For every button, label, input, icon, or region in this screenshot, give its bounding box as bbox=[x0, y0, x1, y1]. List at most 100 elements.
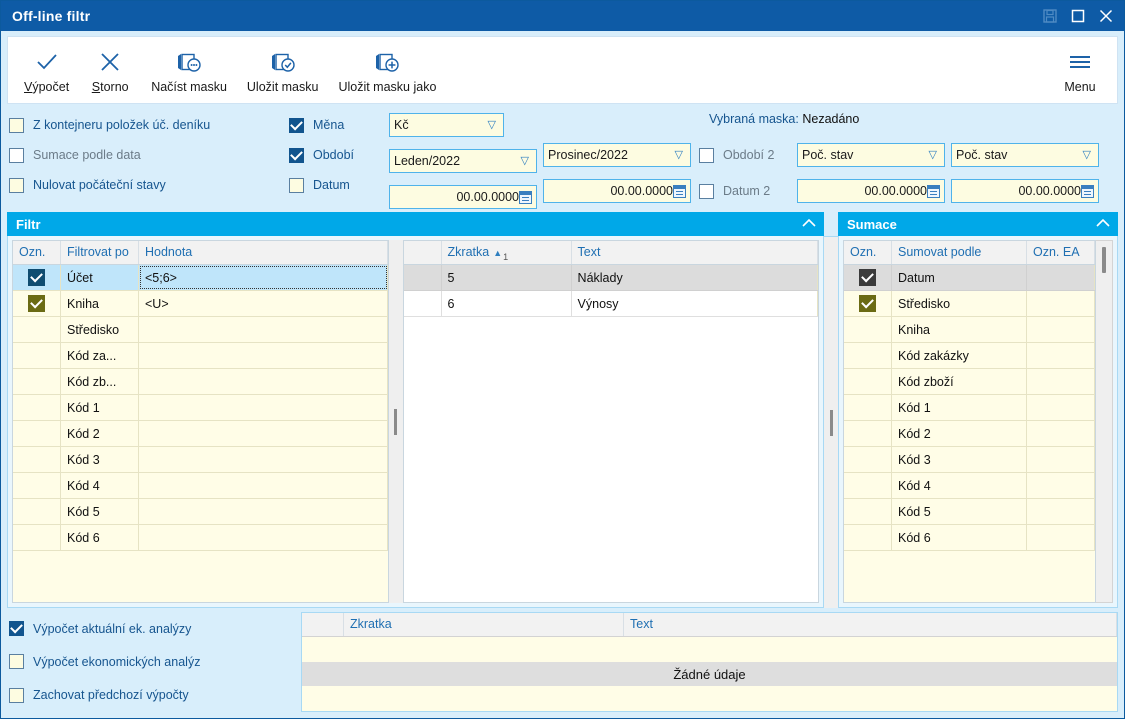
column-header-sumovat-podle[interactable]: Sumovat podle bbox=[892, 241, 1027, 264]
checkbox-datum[interactable] bbox=[289, 177, 304, 193]
maximize-icon[interactable] bbox=[1064, 1, 1092, 31]
table-row[interactable]: Účet <5;6> bbox=[13, 265, 388, 291]
checkbox-checked-icon[interactable] bbox=[28, 269, 45, 286]
row-name-cell[interactable]: Kód 4 bbox=[892, 473, 1027, 498]
checkbox-datum2[interactable] bbox=[699, 183, 714, 199]
chevron-down-icon[interactable]: ▽ bbox=[518, 155, 532, 167]
row-name-cell[interactable]: Kniha bbox=[61, 291, 139, 316]
row-ea-cell[interactable] bbox=[1027, 525, 1095, 550]
row-check-cell[interactable] bbox=[13, 421, 61, 446]
row-ea-cell[interactable] bbox=[1027, 473, 1095, 498]
calendar-icon[interactable] bbox=[927, 184, 940, 198]
row-check-cell[interactable] bbox=[13, 395, 61, 420]
row-check-cell[interactable] bbox=[844, 473, 892, 498]
row-check-cell[interactable] bbox=[13, 369, 61, 394]
toolbar-button-ulozit-masku[interactable]: Uložit masku bbox=[237, 41, 329, 103]
checkbox-obdobi2[interactable] bbox=[699, 147, 714, 163]
row-check-cell[interactable] bbox=[13, 343, 61, 368]
row-check-cell[interactable] bbox=[844, 317, 892, 342]
table-row[interactable]: Kód 3 bbox=[13, 447, 388, 473]
field-obdobi-from[interactable]: Leden/2022 ▽ bbox=[389, 149, 537, 173]
field-mena[interactable]: Kč ▽ bbox=[389, 113, 504, 137]
row-check-cell[interactable] bbox=[844, 525, 892, 550]
table-row[interactable]: Kód 2 bbox=[844, 421, 1095, 447]
checkbox-row-nulovat[interactable]: Nulovat počáteční stavy bbox=[9, 170, 289, 200]
filter-detail-splitter[interactable] bbox=[388, 240, 403, 603]
row-check-cell[interactable] bbox=[844, 343, 892, 368]
checkbox-vypocet-aktualni[interactable] bbox=[9, 621, 24, 637]
table-row[interactable]: Kód zboží bbox=[844, 369, 1095, 395]
row-ea-cell[interactable] bbox=[1027, 265, 1095, 290]
field-obdobi-to[interactable]: Prosinec/2022 ▽ bbox=[543, 143, 691, 167]
filter-grid[interactable]: Ozn. Filtrovat po Hodnota Účet <5;6> Kni… bbox=[12, 240, 389, 603]
toolbar-button-menu[interactable]: Menu bbox=[1049, 41, 1111, 103]
checkbox-row-zachovat[interactable]: Zachovat předchozí výpočty bbox=[9, 680, 293, 710]
table-row[interactable]: Kód 1 bbox=[844, 395, 1095, 421]
close-icon[interactable] bbox=[1092, 1, 1120, 31]
row-name-cell[interactable]: Účet bbox=[61, 265, 139, 290]
row-name-cell[interactable]: Kód zb... bbox=[61, 369, 139, 394]
row-name-cell[interactable]: Kód 5 bbox=[61, 499, 139, 524]
row-value-cell[interactable] bbox=[139, 421, 388, 446]
table-row[interactable]: Kód 4 bbox=[13, 473, 388, 499]
row-name-cell[interactable]: Kód 6 bbox=[892, 525, 1027, 550]
chevron-down-icon[interactable]: ▽ bbox=[926, 149, 940, 161]
save-icon[interactable] bbox=[1036, 1, 1064, 31]
checkbox-row-sumace-podle-data[interactable]: Sumace podle data bbox=[9, 140, 289, 170]
row-ea-cell[interactable] bbox=[1027, 317, 1095, 342]
row-check-cell[interactable] bbox=[844, 265, 892, 290]
row-check-cell[interactable] bbox=[13, 499, 61, 524]
row-value-cell[interactable] bbox=[139, 499, 388, 524]
row-ea-cell[interactable] bbox=[1027, 343, 1095, 368]
table-row[interactable]: Kód 4 bbox=[844, 473, 1095, 499]
toolbar-button-vypocet[interactable]: Výpočet bbox=[14, 41, 79, 103]
chevron-down-icon[interactable]: ▽ bbox=[672, 149, 686, 161]
row-ea-cell[interactable] bbox=[1027, 395, 1095, 420]
row-name-cell[interactable]: Datum bbox=[892, 265, 1027, 290]
field-datum2-from[interactable]: 00.00.0000 bbox=[797, 179, 945, 203]
table-row[interactable]: Datum bbox=[844, 265, 1095, 291]
table-row[interactable]: 5 Náklady bbox=[403, 265, 818, 291]
table-row[interactable]: Kód zakázky bbox=[844, 343, 1095, 369]
row-check-cell[interactable] bbox=[844, 421, 892, 446]
table-row[interactable]: Středisko bbox=[844, 291, 1095, 317]
row-value-cell[interactable]: <5;6> bbox=[139, 265, 388, 290]
row-value-cell[interactable] bbox=[139, 447, 388, 472]
checkbox-checked-icon[interactable] bbox=[859, 269, 876, 286]
row-check-cell[interactable] bbox=[13, 447, 61, 472]
column-header-filtrovat-po[interactable]: Filtrovat po bbox=[61, 241, 139, 264]
row-name-cell[interactable]: Kód 5 bbox=[892, 499, 1027, 524]
checkbox-row-kontejner[interactable]: Z kontejneru položek úč. deníku bbox=[9, 110, 289, 140]
row-name-cell[interactable]: Kód 1 bbox=[892, 395, 1027, 420]
row-name-cell[interactable]: Středisko bbox=[61, 317, 139, 342]
row-check-cell[interactable] bbox=[13, 525, 61, 550]
field-obdobi2-to[interactable]: Poč. stav ▽ bbox=[951, 143, 1099, 167]
checkbox-checked-icon[interactable] bbox=[28, 295, 45, 312]
row-text-cell[interactable]: Náklady bbox=[572, 265, 818, 290]
checkbox-mena[interactable] bbox=[289, 117, 304, 133]
row-name-cell[interactable]: Kód zakázky bbox=[892, 343, 1027, 368]
checkbox-row-obdobi2[interactable]: Období 2 bbox=[699, 140, 795, 170]
column-header-hodnota[interactable]: Hodnota bbox=[139, 241, 388, 264]
column-header-zkratka[interactable]: Zkratka bbox=[344, 613, 624, 636]
row-check-cell[interactable] bbox=[13, 265, 61, 290]
table-row[interactable]: Kód 5 bbox=[13, 499, 388, 525]
row-ea-cell[interactable] bbox=[1027, 421, 1095, 446]
row-text-cell[interactable]: Výnosy bbox=[572, 291, 818, 316]
table-row[interactable]: Kód 1 bbox=[13, 395, 388, 421]
calendar-icon[interactable] bbox=[673, 184, 686, 198]
row-value-cell[interactable] bbox=[139, 317, 388, 342]
column-header-ozn[interactable]: Ozn. bbox=[13, 241, 61, 264]
row-name-cell[interactable]: Kniha bbox=[892, 317, 1027, 342]
field-datum-from[interactable]: 00.00.0000 bbox=[389, 185, 537, 209]
calendar-icon[interactable] bbox=[1081, 184, 1094, 198]
table-row[interactable]: Kód 3 bbox=[844, 447, 1095, 473]
table-row[interactable]: Kód za... bbox=[13, 343, 388, 369]
checkbox-checked-icon[interactable] bbox=[859, 295, 876, 312]
filter-panel-header[interactable]: Filtr bbox=[7, 212, 824, 236]
sumace-grid[interactable]: Ozn. Sumovat podle Ozn. EA Datum Středis… bbox=[843, 240, 1096, 603]
toolbar-button-storno[interactable]: Storno bbox=[79, 41, 141, 103]
row-check-cell[interactable] bbox=[844, 447, 892, 472]
row-zkratka-cell[interactable]: 5 bbox=[442, 265, 572, 290]
detail-grid[interactable]: Zkratka ▲1 Text 5 Náklady 6 Výnosy bbox=[402, 240, 819, 603]
